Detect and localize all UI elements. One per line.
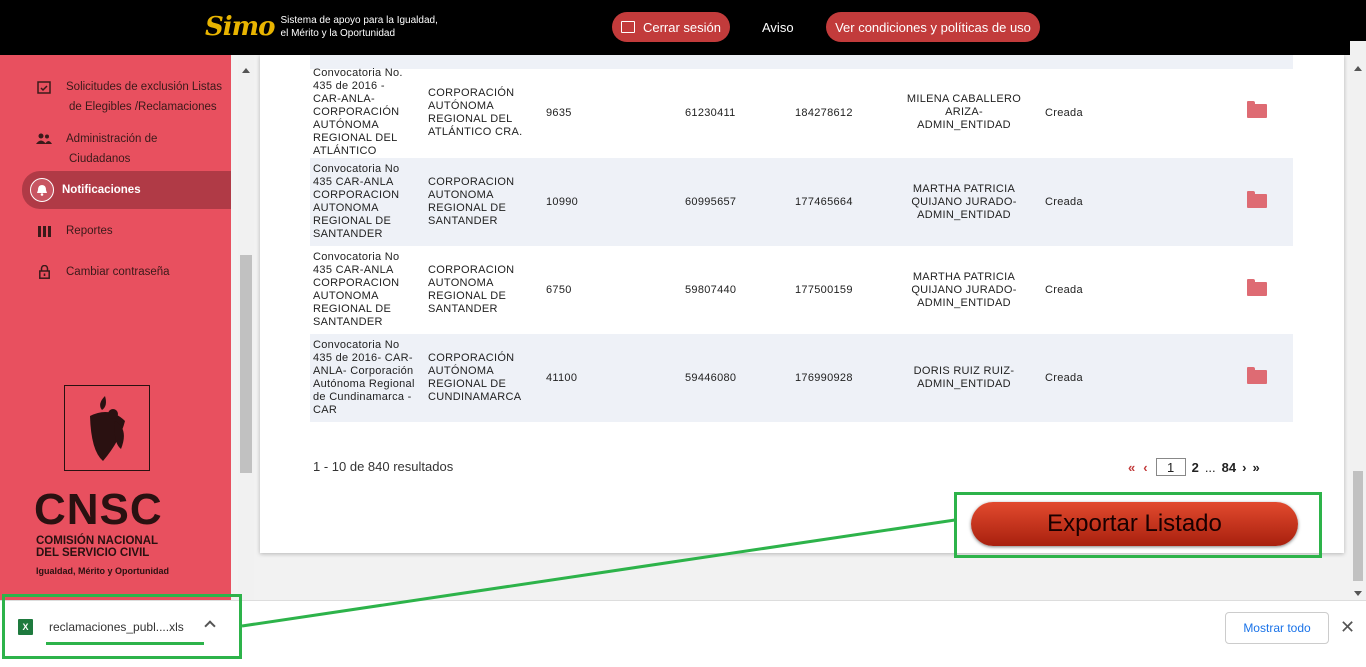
highlight-connector-line xyxy=(241,518,956,628)
app-window: Simo Sistema de apoyo para la Igualdad, … xyxy=(0,0,1366,667)
